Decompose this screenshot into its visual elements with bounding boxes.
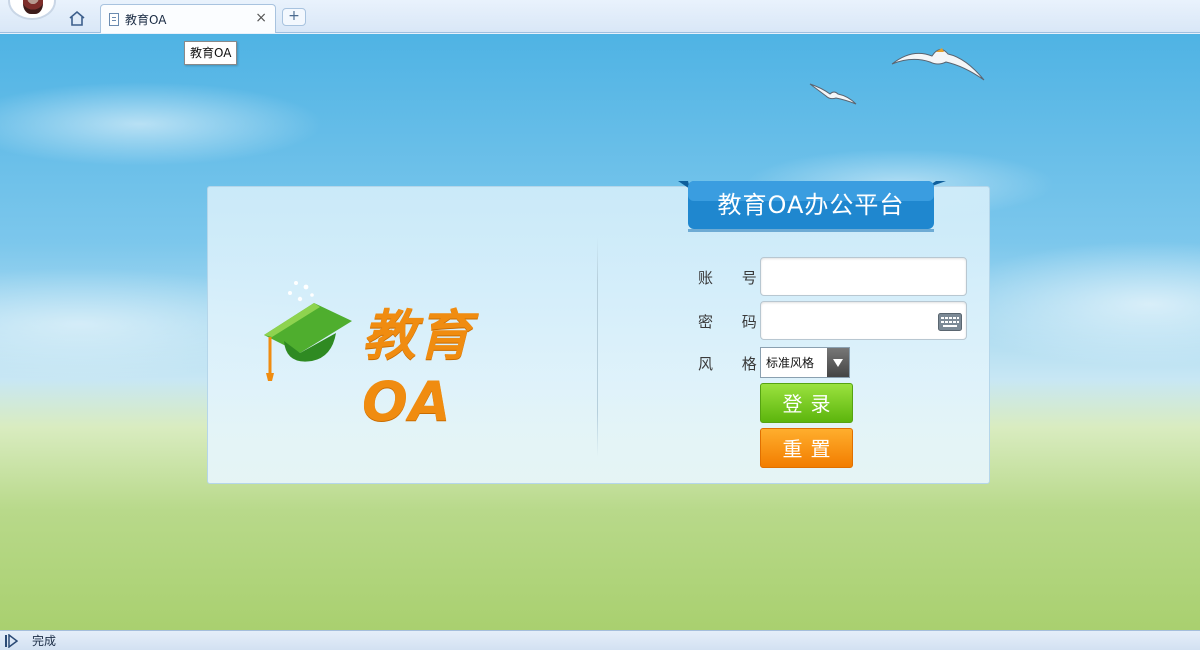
- style-select[interactable]: 标准风格: [760, 347, 850, 378]
- browser-tab-bar: 教育OA × +: [0, 0, 1200, 33]
- user-avatar[interactable]: [8, 0, 56, 20]
- browser-tab[interactable]: 教育OA ×: [100, 4, 276, 33]
- seagull-small-icon: [809, 83, 857, 105]
- logo-text: 教育OA: [362, 304, 472, 433]
- graduation-cap-icon: [264, 281, 352, 381]
- page-icon: [109, 12, 119, 26]
- title-ribbon: 教育OA办公平台: [678, 179, 948, 239]
- panel-divider: [597, 237, 598, 457]
- home-button[interactable]: [66, 8, 88, 28]
- password-input[interactable]: [760, 301, 967, 340]
- keyboard-icon[interactable]: [938, 313, 962, 331]
- logo: 教育OA: [260, 277, 560, 433]
- account-input[interactable]: [760, 257, 967, 296]
- reset-button[interactable]: 重置: [760, 428, 853, 468]
- close-tab-button[interactable]: ×: [255, 10, 267, 26]
- platform-title: 教育OA办公平台: [717, 191, 905, 219]
- page-viewport: 教育OA 教育OA 教育OA办公平台 账 号: 密 码: 风 格: 标准风格 登…: [0, 34, 1200, 630]
- home-icon: [69, 10, 85, 26]
- status-text: 完成: [32, 634, 57, 648]
- login-button[interactable]: 登录: [760, 383, 853, 423]
- dropdown-arrow-icon[interactable]: [827, 348, 849, 377]
- status-bar: 完成: [0, 630, 1200, 650]
- status-play-icon[interactable]: [4, 633, 20, 649]
- new-tab-button[interactable]: +: [282, 8, 306, 26]
- seagull-large-icon: [891, 48, 985, 81]
- tab-tooltip: 教育OA: [184, 41, 238, 65]
- tab-title: 教育OA: [125, 12, 167, 27]
- login-panel: 教育OA 教育OA办公平台 账 号: 密 码: 风 格: 标准风格 登录 重置: [207, 181, 990, 484]
- style-selected-value: 标准风格: [766, 356, 815, 370]
- avatar-image: [23, 0, 43, 14]
